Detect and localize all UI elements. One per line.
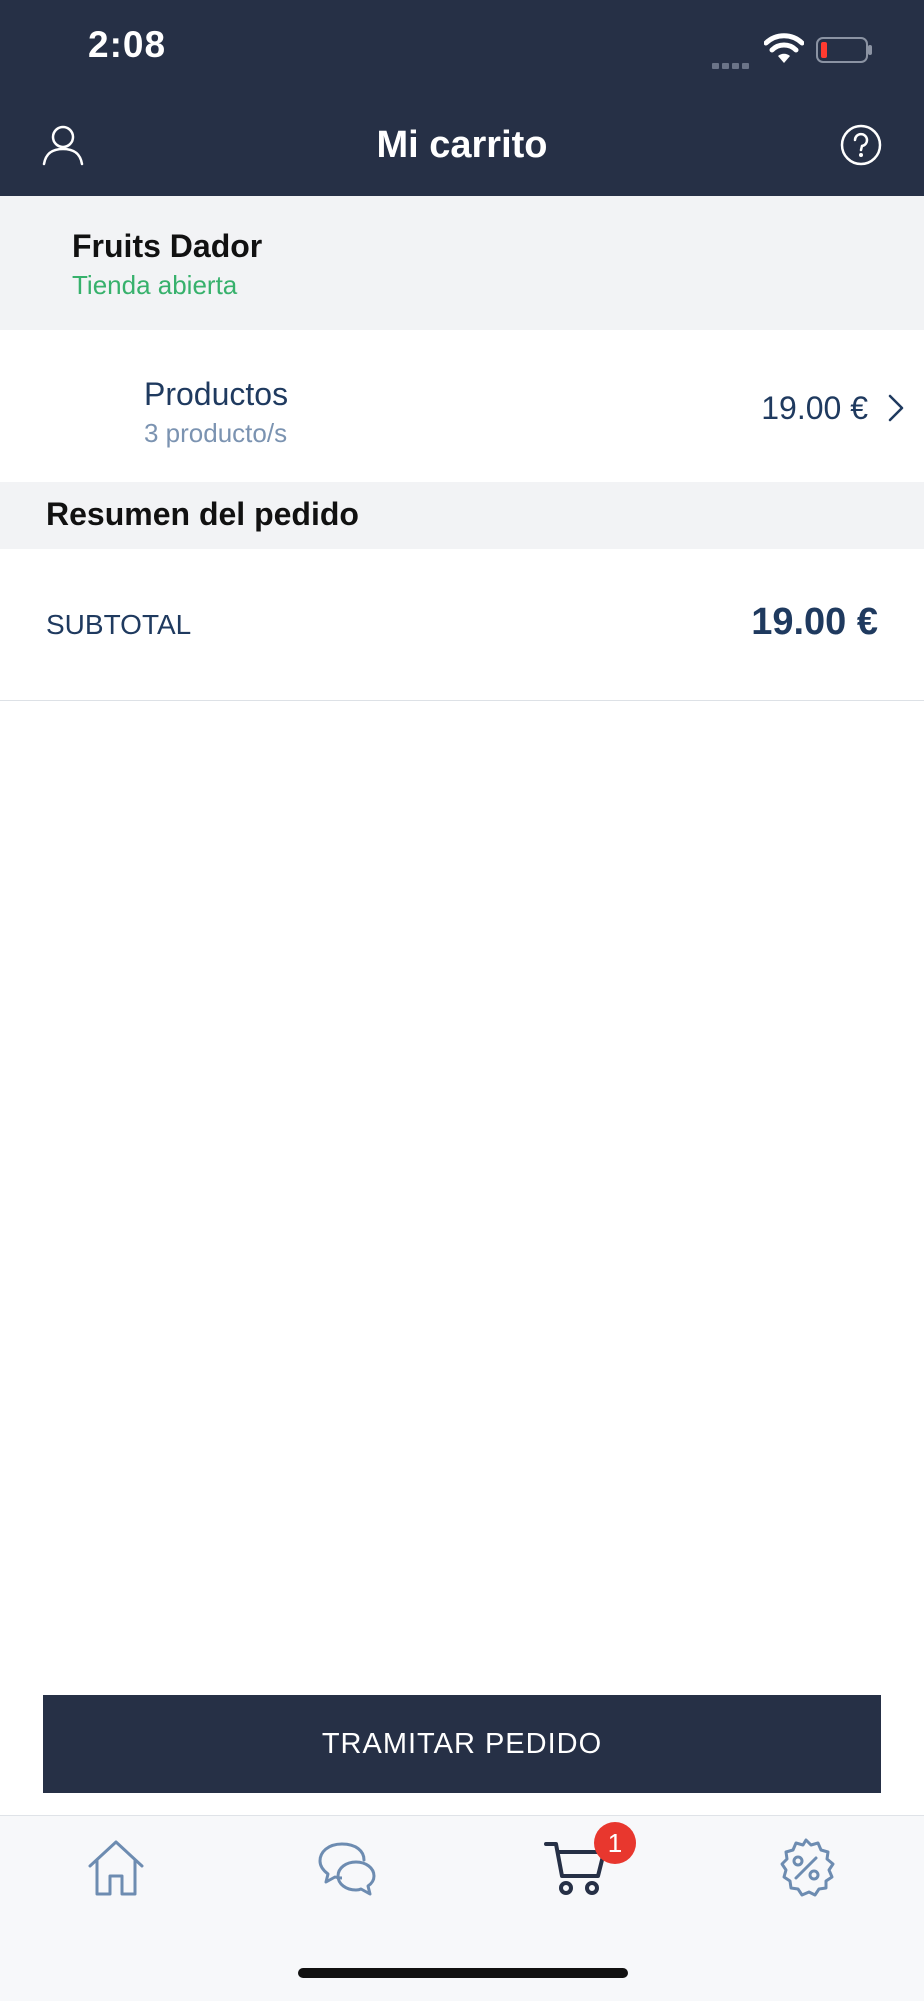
wifi-icon xyxy=(764,33,804,63)
subtotal-value: 19.00 € xyxy=(751,601,878,643)
tab-chat[interactable] xyxy=(306,1836,386,1916)
discount-icon xyxy=(780,1838,835,1897)
store-info: Fruits Dador Tienda abierta xyxy=(0,196,924,330)
page-title: Mi carrito xyxy=(376,124,548,166)
store-name: Fruits Dador xyxy=(72,228,263,264)
app-header: 2:08 Mi carrito xyxy=(0,0,924,196)
order-summary-title: Resumen del pedido xyxy=(46,496,359,532)
store-status: Tienda abierta xyxy=(72,270,238,300)
products-price: 19.00 € xyxy=(761,390,868,426)
products-label: Productos xyxy=(144,376,289,412)
cellular-signal-icon xyxy=(712,56,756,69)
tab-home[interactable] xyxy=(76,1836,156,1916)
products-row[interactable]: Productos 3 producto/s 19.00 € xyxy=(0,330,924,482)
tab-discounts[interactable] xyxy=(766,1836,846,1916)
products-count: 3 producto/s xyxy=(144,418,288,448)
status-time: 2:08 xyxy=(88,24,167,65)
chevron-right-icon xyxy=(888,394,904,422)
home-icon xyxy=(88,1840,144,1896)
home-indicator xyxy=(298,1968,628,1978)
subtotal-label: SUBTOTAL xyxy=(46,609,192,640)
chat-icon xyxy=(318,1842,376,1896)
help-icon[interactable] xyxy=(838,122,884,168)
order-summary-header: Resumen del pedido xyxy=(0,482,924,549)
battery-icon xyxy=(816,37,872,63)
subtotal-row: SUBTOTAL 19.00 € xyxy=(0,549,924,701)
checkout-button[interactable]: TRAMITAR PEDIDO xyxy=(43,1695,881,1793)
cart-badge: 1 xyxy=(594,1822,636,1864)
